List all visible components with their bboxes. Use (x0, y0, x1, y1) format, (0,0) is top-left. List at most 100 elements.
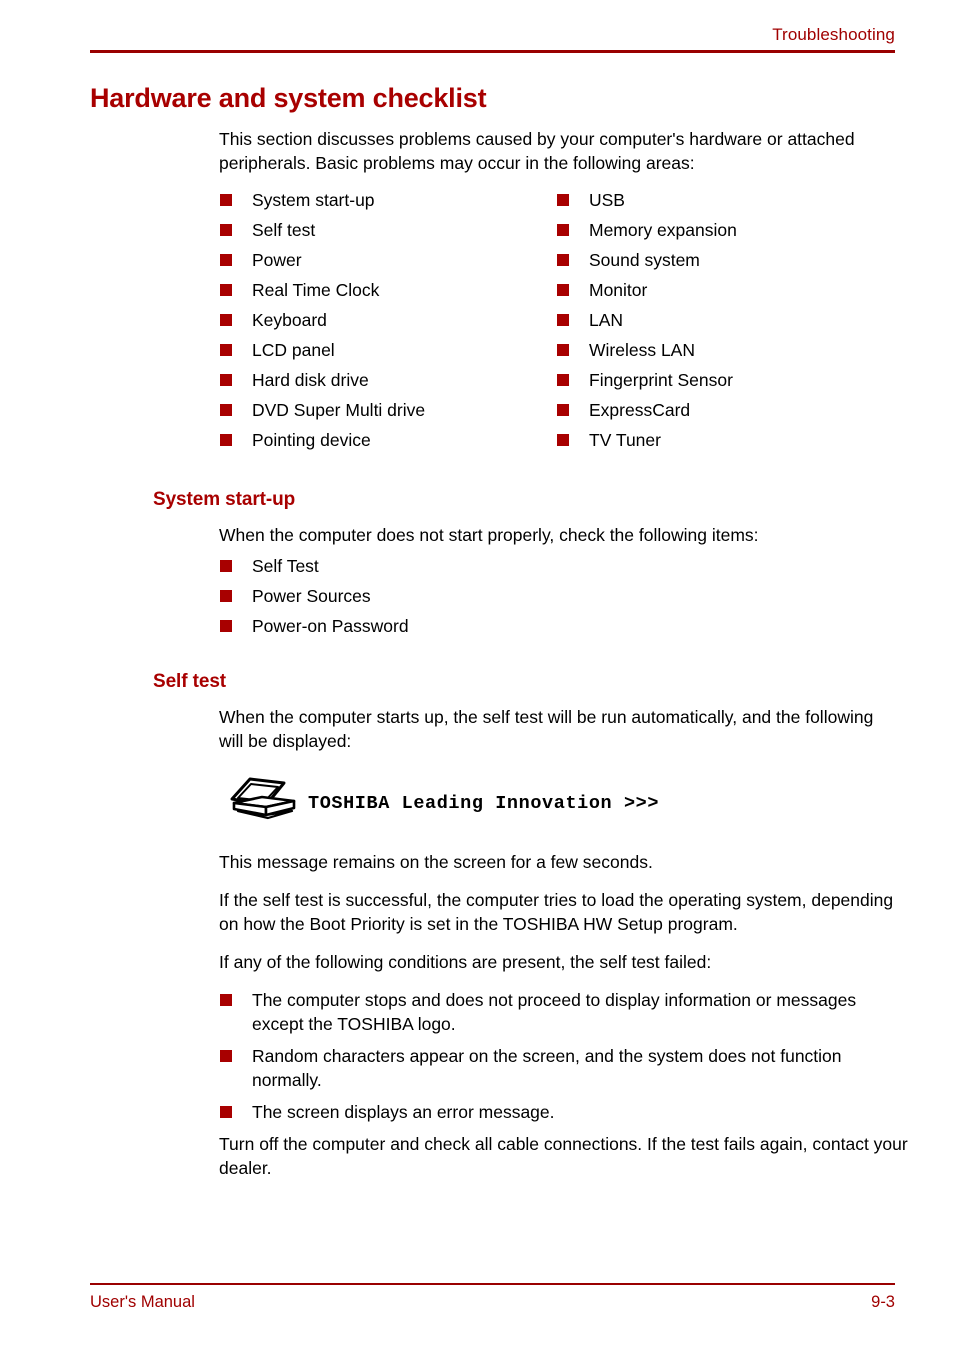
square-bullet-icon (220, 560, 232, 572)
square-bullet-icon (220, 1106, 232, 1118)
list-item: Pointing device (220, 428, 557, 452)
list-item: LAN (557, 308, 887, 332)
list-item-label: The computer stops and does not proceed … (252, 990, 857, 1034)
self-test-failure-list: The computer stops and does not proceed … (220, 988, 909, 1124)
checklist-column-left: System start-up Self test Power Real Tim… (220, 188, 557, 458)
list-item: Power-on Password (220, 614, 898, 638)
square-bullet-icon (220, 994, 232, 1006)
list-item-label: Self test (252, 220, 316, 240)
page-header: Troubleshooting (90, 24, 895, 53)
footer-rule (90, 1283, 895, 1285)
page-footer: User's Manual 9-3 (90, 1283, 895, 1313)
list-item: The computer stops and does not proceed … (220, 988, 909, 1036)
list-item-label: System start-up (252, 190, 375, 210)
list-item-label: Wireless LAN (589, 340, 695, 360)
square-bullet-icon (557, 224, 569, 236)
self-test-details: This message remains on the screen for a… (219, 850, 909, 1180)
list-item: Self Test (220, 554, 898, 578)
list-item-label: Power Sources (252, 586, 371, 606)
square-bullet-icon (220, 404, 232, 416)
footer-content: User's Manual 9-3 (90, 1291, 895, 1313)
list-item-label: Fingerprint Sensor (589, 370, 733, 390)
list-item-label: Pointing device (252, 430, 371, 450)
intro-paragraph: This section discusses problems caused b… (219, 129, 855, 173)
list-item: Power (220, 248, 557, 272)
header-rule (90, 50, 895, 53)
square-bullet-icon (557, 404, 569, 416)
square-bullet-icon (557, 284, 569, 296)
header-chapter-title: Troubleshooting (772, 25, 895, 44)
square-bullet-icon (220, 314, 232, 326)
square-bullet-icon (557, 194, 569, 206)
square-bullet-icon (220, 1050, 232, 1062)
checklist-columns: System start-up Self test Power Real Tim… (220, 188, 900, 458)
list-item: LCD panel (220, 338, 557, 362)
section-heading-self-test: Self test (153, 671, 227, 692)
section-self-test: Self test When the computer starts up, t… (153, 670, 908, 1194)
square-bullet-icon (220, 374, 232, 386)
list-item-label: LAN (589, 310, 624, 330)
self-test-paragraph-3: If the self test is successful, the comp… (219, 890, 894, 934)
square-bullet-icon (557, 374, 569, 386)
checklist-column-right: USB Memory expansion Sound system Monito… (557, 188, 887, 458)
list-item: Real Time Clock (220, 278, 557, 302)
checklist-list-left: System start-up Self test Power Real Tim… (220, 188, 557, 452)
list-item: Self test (220, 218, 557, 242)
square-bullet-icon (557, 344, 569, 356)
square-bullet-icon (557, 314, 569, 326)
list-item: Keyboard (220, 308, 557, 332)
square-bullet-icon (220, 434, 232, 446)
boot-banner-text: TOSHIBA Leading Innovation >>> (308, 792, 660, 814)
boot-banner-row: TOSHIBA Leading Innovation >>> (226, 777, 903, 829)
list-item: The screen displays an error message. (220, 1100, 909, 1124)
section-system-startup: System start-up When the computer does n… (153, 488, 898, 644)
list-item: Sound system (557, 248, 887, 272)
list-item-label: DVD Super Multi drive (252, 400, 426, 420)
laptop-icon (230, 777, 296, 820)
list-item-label: Memory expansion (589, 220, 737, 240)
self-test-paragraph-2: This message remains on the screen for a… (219, 852, 653, 872)
list-item: Random characters appear on the screen, … (220, 1044, 909, 1092)
list-item-label: Power-on Password (252, 616, 409, 636)
square-bullet-icon (220, 194, 232, 206)
list-item-label: Sound system (589, 250, 700, 270)
square-bullet-icon (557, 254, 569, 266)
square-bullet-icon (220, 590, 232, 602)
list-item: ExpressCard (557, 398, 887, 422)
footer-manual-label: User's Manual (90, 1293, 195, 1311)
list-item: Hard disk drive (220, 368, 557, 392)
list-item-label: Real Time Clock (252, 280, 380, 300)
list-item-label: Hard disk drive (252, 370, 369, 390)
square-bullet-icon (220, 344, 232, 356)
list-item-label: TV Tuner (589, 430, 661, 450)
square-bullet-icon (557, 434, 569, 446)
list-item: TV Tuner (557, 428, 887, 452)
list-item: USB (557, 188, 887, 212)
list-item-label: The screen displays an error message. (252, 1102, 555, 1122)
list-item-label: USB (589, 190, 625, 210)
list-item-label: LCD panel (252, 340, 335, 360)
page-title: Hardware and system checklist (90, 83, 487, 113)
checklist-list-right: USB Memory expansion Sound system Monito… (557, 188, 887, 452)
list-item-label: ExpressCard (589, 400, 691, 420)
list-item-label: Self Test (252, 556, 319, 576)
list-item-label: Power (252, 250, 302, 270)
footer-page-number: 9-3 (871, 1293, 895, 1311)
square-bullet-icon (220, 224, 232, 236)
self-test-paragraph-4: If any of the following conditions are p… (219, 952, 712, 972)
list-item-label: Keyboard (252, 310, 327, 330)
square-bullet-icon (220, 284, 232, 296)
square-bullet-icon (220, 254, 232, 266)
system-startup-list: Self Test Power Sources Power-on Passwor… (220, 554, 898, 638)
list-item-label: Monitor (589, 280, 648, 300)
section-heading-system-startup: System start-up (153, 489, 296, 510)
self-test-paragraph: When the computer starts up, the self te… (219, 707, 874, 751)
document-page: Troubleshooting Hardware and system chec… (0, 0, 954, 1352)
self-test-paragraph-5: Turn off the computer and check all cabl… (219, 1134, 908, 1178)
list-item: Monitor (557, 278, 887, 302)
list-item-label: Random characters appear on the screen, … (252, 1046, 842, 1090)
list-item: DVD Super Multi drive (220, 398, 557, 422)
list-item: Memory expansion (557, 218, 887, 242)
list-item: Power Sources (220, 584, 898, 608)
square-bullet-icon (220, 620, 232, 632)
